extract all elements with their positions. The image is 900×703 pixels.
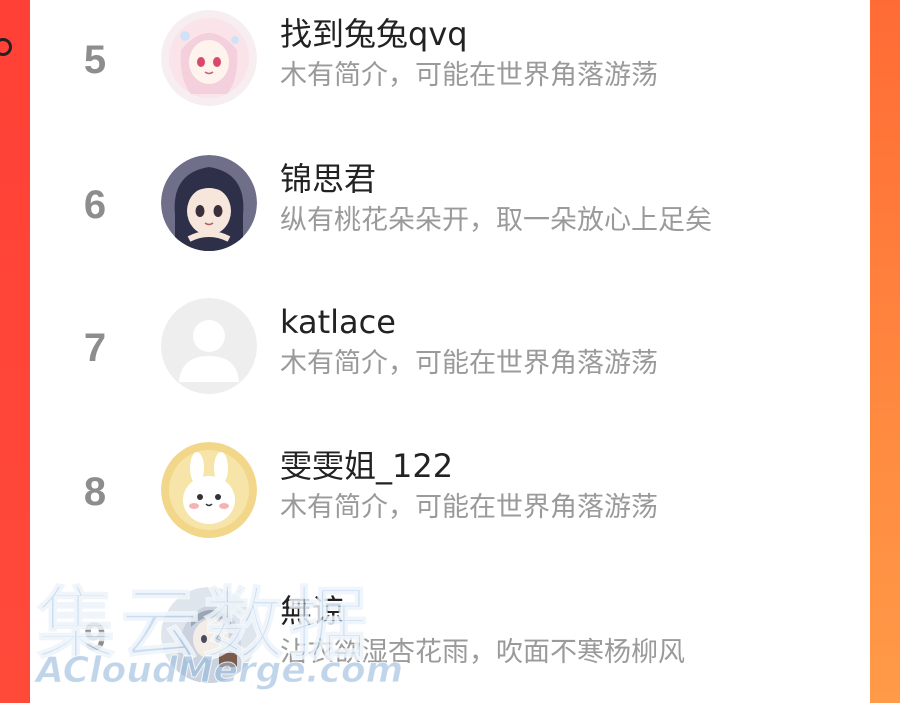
user-avatar[interactable] xyxy=(161,155,257,251)
anime-character-avatar-icon xyxy=(161,587,257,683)
user-bio: 木有简介，可能在世界角落游荡 xyxy=(280,60,658,91)
user-avatar[interactable] xyxy=(161,298,257,394)
user-name[interactable]: 無谅 xyxy=(280,591,344,631)
user-avatar[interactable] xyxy=(161,10,257,106)
user-name[interactable]: 找到兔兔qvq xyxy=(280,14,468,54)
user-bio: 沾衣欲湿杏花雨，吹面不寒杨柳风 xyxy=(280,637,685,668)
list-item-rank-8[interactable]: 8 雯雯姐_122 木有简介，可能在世界角落游荡 xyxy=(30,432,870,552)
rank-number: 7 xyxy=(83,326,107,370)
left-background-edge xyxy=(0,0,30,703)
user-name[interactable]: katlace xyxy=(280,302,396,342)
list-item-rank-9[interactable]: 9 無谅 沾衣欲湿杏花雨，吹面不寒杨柳风 xyxy=(30,577,870,697)
user-avatar[interactable] xyxy=(161,442,257,538)
rank-number: 9 xyxy=(83,615,107,659)
list-item-rank-6[interactable]: 6 锦思君 纵有桃花朵朵开，取一朵放心上足矣 xyxy=(30,145,870,265)
user-bio: 纵有桃花朵朵开，取一朵放心上足矣 xyxy=(280,205,712,236)
rank-number: 6 xyxy=(83,183,107,227)
rank-number: 5 xyxy=(83,38,107,82)
edge-ring-icon xyxy=(0,38,12,56)
user-bio: 木有简介，可能在世界角落游荡 xyxy=(280,492,658,523)
user-avatar[interactable] xyxy=(161,587,257,683)
anime-girl-pink-avatar-icon xyxy=(161,10,257,106)
anime-girl-dark-hair-avatar-icon xyxy=(161,155,257,251)
user-bio: 木有简介，可能在世界角落游荡 xyxy=(280,348,658,379)
user-name[interactable]: 雯雯姐_122 xyxy=(280,446,453,486)
list-item-rank-5[interactable]: 5 找到兔兔qvq 木有简介，可能在世界角落游荡 xyxy=(30,0,870,120)
user-name[interactable]: 锦思君 xyxy=(280,159,376,199)
ranking-list-panel: 5 找到兔兔qvq 木有简介，可能在世界角落游荡 6 锦思君 纵有桃花朵朵开，取… xyxy=(30,0,870,703)
bunny-avatar-icon xyxy=(161,442,257,538)
list-item-rank-7[interactable]: 7 katlace 木有简介，可能在世界角落游荡 xyxy=(30,288,870,408)
right-background-edge xyxy=(870,0,900,703)
rank-number: 8 xyxy=(83,470,107,514)
default-person-avatar-icon xyxy=(161,298,257,394)
